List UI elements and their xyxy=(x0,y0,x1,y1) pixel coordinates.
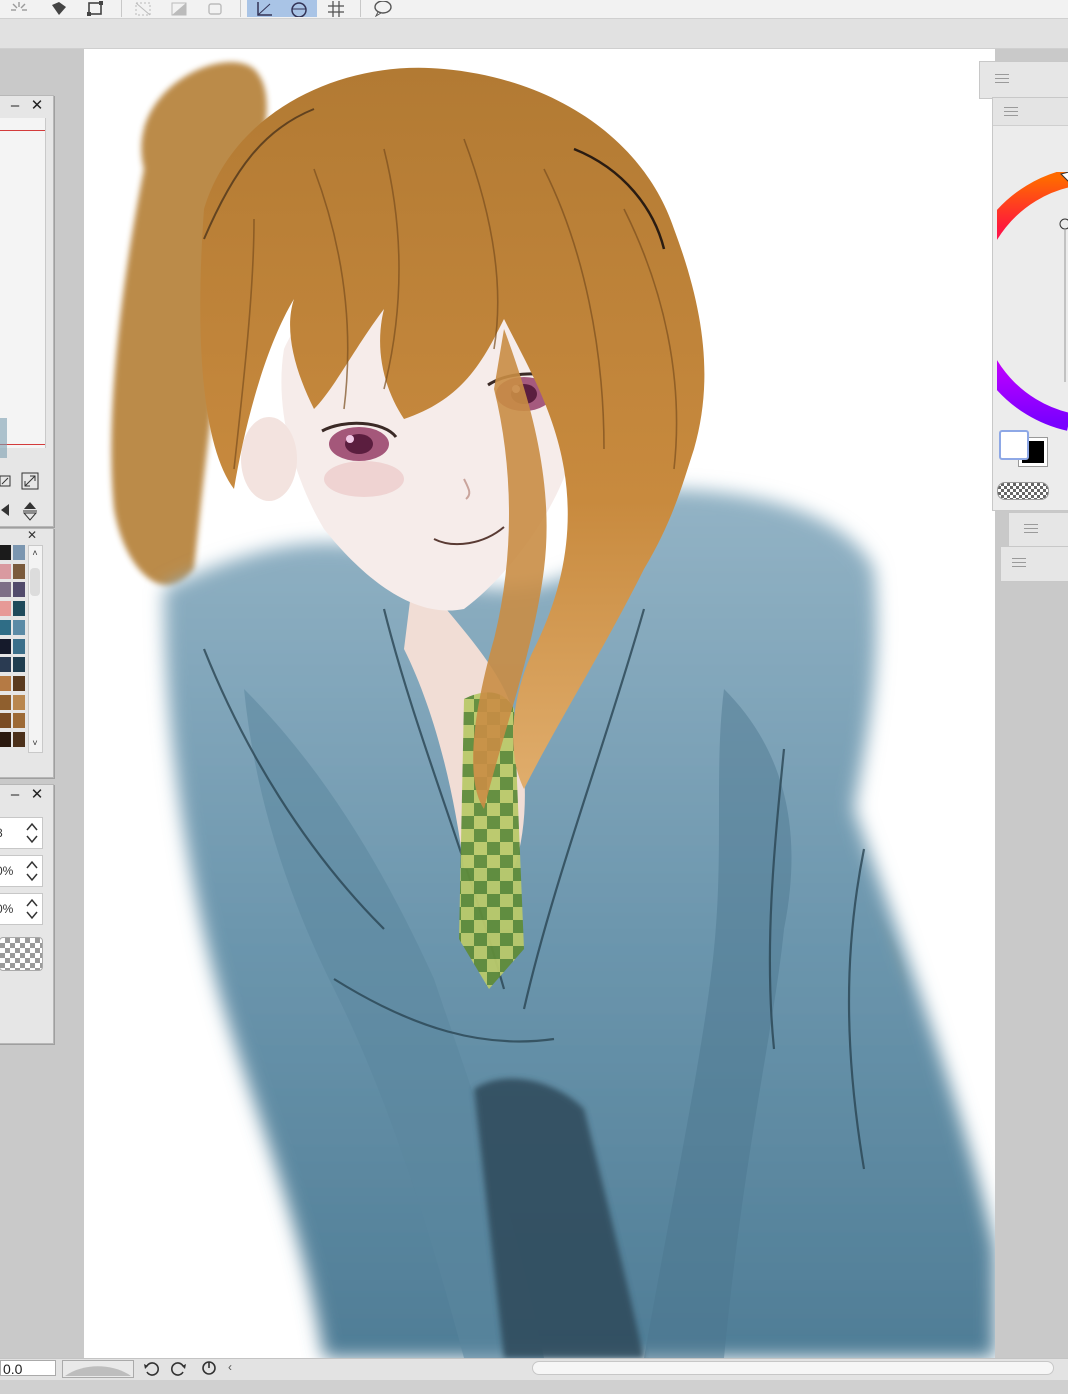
spinner-arrows-icon[interactable] xyxy=(25,859,39,883)
color-swatch[interactable] xyxy=(0,582,11,598)
rotate-reset-icon[interactable] xyxy=(200,1359,218,1377)
color-swatch[interactable] xyxy=(13,619,25,635)
color-swatch[interactable] xyxy=(13,675,25,691)
zoom-input[interactable]: 0.0 xyxy=(0,1360,56,1377)
balloon-icon[interactable] xyxy=(369,0,395,17)
property-value-2: 0% xyxy=(0,864,14,878)
undo-icon[interactable] xyxy=(142,1359,160,1377)
color-swatch[interactable] xyxy=(0,601,11,617)
navigator-preview[interactable] xyxy=(0,118,46,458)
close-icon[interactable]: ✕ xyxy=(29,98,45,114)
color-swatch[interactable] xyxy=(13,545,25,560)
hamburger-icon[interactable] xyxy=(1004,107,1018,117)
ruler-icon[interactable] xyxy=(247,0,281,17)
zoom-slider[interactable] xyxy=(62,1360,134,1378)
minimize-icon[interactable]: – xyxy=(7,787,23,803)
scrollbar-thumb[interactable] xyxy=(532,1361,1054,1375)
color-swatch[interactable] xyxy=(13,582,25,598)
property-value-1: 8 xyxy=(0,826,3,840)
color-wheel[interactable] xyxy=(997,172,1068,434)
tool-options-bar xyxy=(0,19,1068,49)
navigator-buttons-row1 xyxy=(0,471,49,491)
property-spinner-3[interactable]: 0% xyxy=(0,893,43,925)
color-swatch[interactable] xyxy=(0,657,11,673)
color-swatch[interactable] xyxy=(13,638,25,654)
redo-icon[interactable] xyxy=(170,1359,188,1377)
deselect-icon[interactable] xyxy=(130,0,156,17)
horizontal-scrollbar[interactable]: ‹ xyxy=(228,1360,1064,1375)
sparkle-icon[interactable] xyxy=(6,0,32,17)
main-sub-color xyxy=(999,426,1048,467)
right-panel-tab-1[interactable] xyxy=(979,61,1068,99)
transparent-toggle[interactable] xyxy=(997,482,1049,500)
color-swatch[interactable] xyxy=(0,563,11,579)
color-swatch[interactable] xyxy=(0,619,11,635)
flip-vertical-icon[interactable] xyxy=(21,500,39,522)
scroll-up-icon[interactable]: ˄ xyxy=(30,548,40,558)
expand-icon[interactable] xyxy=(21,472,39,490)
grid-icon[interactable] xyxy=(323,0,349,17)
color-swatch[interactable] xyxy=(13,694,25,710)
color-swatch[interactable] xyxy=(0,545,11,560)
minimize-icon[interactable]: – xyxy=(7,98,23,114)
artwork-illustration xyxy=(84,49,995,1358)
color-swatch[interactable] xyxy=(13,563,25,579)
tool-property-panel: – ✕ 8 0% 0% xyxy=(0,784,54,1044)
fill-icon[interactable] xyxy=(46,0,72,17)
transform-icon[interactable] xyxy=(82,0,108,17)
navigator-panel: – ✕ xyxy=(0,95,54,527)
color-swatch[interactable] xyxy=(13,657,25,673)
color-swatch[interactable] xyxy=(0,694,11,710)
color-wheel-panel xyxy=(992,97,1068,511)
swatch-scrollbar[interactable]: ˄ ˅ xyxy=(28,545,43,753)
color-swatch[interactable] xyxy=(13,601,25,617)
right-panel-tab-2[interactable] xyxy=(1008,512,1068,548)
fit-icon[interactable] xyxy=(0,473,13,489)
scroll-left-icon[interactable]: ‹ xyxy=(228,1360,242,1374)
spinner-arrows-icon[interactable] xyxy=(25,897,39,921)
bottom-strip xyxy=(0,1380,1068,1394)
hamburger-icon[interactable] xyxy=(1012,558,1026,568)
property-spinner-2[interactable]: 0% xyxy=(0,855,43,887)
invert-icon[interactable] xyxy=(166,0,192,17)
spinner-arrows-icon[interactable] xyxy=(25,821,39,845)
color-wheel-header xyxy=(993,98,1068,126)
color-swatch[interactable] xyxy=(0,732,11,747)
color-set-panel: ✕ ˄ ˅ xyxy=(0,528,54,778)
scrollbar-thumb[interactable] xyxy=(30,568,40,596)
transparent-color-button[interactable] xyxy=(0,937,43,971)
color-swatch-grid xyxy=(0,545,27,751)
hamburger-icon[interactable] xyxy=(995,74,1009,84)
navigator-thumbnail xyxy=(0,418,7,458)
main-color-swatch[interactable] xyxy=(999,430,1029,460)
command-bar xyxy=(0,0,1068,19)
hamburger-icon[interactable] xyxy=(1024,524,1038,534)
close-icon[interactable]: ✕ xyxy=(27,529,41,541)
color-swatch[interactable] xyxy=(13,713,25,729)
property-spinner-1[interactable]: 8 xyxy=(0,817,43,849)
drawing-canvas[interactable] xyxy=(84,49,995,1358)
ruler-guide-line xyxy=(0,130,45,131)
color-swatch[interactable] xyxy=(13,732,25,747)
right-panel-tab-3[interactable] xyxy=(1000,546,1068,582)
property-value-3: 0% xyxy=(0,902,14,916)
selection-outline-icon[interactable] xyxy=(202,0,228,17)
color-swatch[interactable] xyxy=(0,638,11,654)
color-swatch[interactable] xyxy=(0,713,11,729)
navigator-buttons-row2 xyxy=(0,498,49,522)
flip-left-icon[interactable] xyxy=(0,502,11,518)
close-icon[interactable]: ✕ xyxy=(29,787,45,803)
perspective-icon[interactable] xyxy=(281,0,317,17)
color-swatch[interactable] xyxy=(0,675,11,691)
scroll-down-icon[interactable]: ˅ xyxy=(30,738,40,748)
saturation-marker-icon xyxy=(1059,218,1068,230)
